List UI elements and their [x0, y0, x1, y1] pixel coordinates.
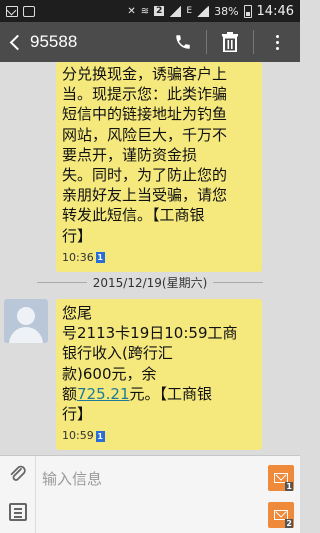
sim-badge: 1	[95, 252, 105, 264]
message-line: 短信中的链接地址为钓鱼	[62, 105, 228, 124]
message-time: 10:36	[62, 250, 94, 264]
message-line: 分兑换现金，诱骗客户上	[62, 65, 228, 83]
call-button[interactable]	[160, 22, 206, 62]
message-list[interactable]: 分兑换现金，诱骗客户上 当。现提示您：此类诈骗 短信中的链接地址为钓鱼 网站，风…	[0, 62, 300, 455]
message-line: 行】	[62, 226, 93, 245]
trash-icon	[222, 32, 238, 52]
date-separator: 2015/12/19(星期六)	[0, 272, 300, 292]
compose-bar: 输入信息 1 2	[0, 455, 300, 533]
message-bubble[interactable]: 您尾 号2113卡19日10:59工商 银行收入(跨行汇 款)600元，余 额7…	[56, 299, 262, 451]
mute-icon: ✕	[127, 5, 136, 17]
date-rule-left	[36, 281, 87, 283]
message-line: 要点开，谨防资金损	[62, 145, 198, 164]
message-line: 款)600元，余	[62, 364, 157, 383]
contact-name: 95588	[30, 32, 78, 51]
date-label: 2015/12/19(星期六)	[92, 275, 208, 290]
message-line: 失。同时，为了防止您的	[62, 166, 228, 185]
amount-suffix: 元。【工商银	[129, 384, 213, 403]
message-meta: 10:36 1	[62, 248, 256, 268]
message-line: 行】	[62, 405, 93, 424]
phone-icon	[176, 35, 190, 49]
network-type: E	[186, 6, 193, 16]
send-sim1-button[interactable]: 1	[268, 465, 294, 491]
message-meta: 10:59 1	[62, 426, 256, 446]
template-icon[interactable]	[9, 503, 27, 521]
conversation-header: 95588	[0, 22, 300, 62]
status-bar: ✕ ≋ 2 E 38% 14:46	[0, 0, 300, 22]
paperclip-icon[interactable]	[8, 464, 28, 484]
avatar-head-shape	[17, 307, 35, 325]
wifi-icon: ≋	[140, 5, 150, 17]
avatar-body-shape	[9, 327, 43, 343]
mail-icon	[6, 5, 18, 17]
amount-link[interactable]: 725.21	[77, 385, 130, 403]
amount-prefix: 额	[62, 384, 78, 403]
message-time: 10:59	[62, 429, 94, 443]
gallery-icon	[23, 5, 35, 17]
send-sim-number: 2	[285, 519, 293, 528]
battery-percent: 38%	[214, 4, 239, 18]
send-sim2-button[interactable]: 2	[268, 502, 294, 528]
message-line: 网站，风险巨大，千万不	[62, 125, 228, 144]
message-line: 当。现提示您：此类诈骗	[62, 85, 228, 104]
message-input[interactable]: 输入信息	[42, 468, 102, 489]
message-line: 额725.21元。【工商银	[62, 384, 256, 404]
sim-indicator: 2	[154, 6, 165, 16]
delete-button[interactable]	[207, 22, 253, 62]
message-line: 号2113卡19日10:59工商	[62, 324, 238, 343]
battery-icon	[243, 4, 252, 18]
overflow-menu-icon	[275, 34, 279, 50]
compose-tools	[0, 456, 36, 533]
sim-badge: 1	[95, 430, 105, 442]
message-line: 亲朋好友上当受骗，请您	[62, 186, 228, 205]
message-line: 转发此短信。【工商银	[62, 206, 205, 225]
message-line: 银行收入(跨行汇	[62, 344, 173, 363]
avatar[interactable]	[4, 299, 48, 343]
overflow-menu-button[interactable]	[254, 22, 300, 62]
send-sim-number: 1	[285, 482, 293, 491]
signal-icon-2	[197, 5, 210, 17]
clock: 14:46	[256, 3, 294, 19]
message-line: 您尾	[62, 304, 93, 322]
signal-icon	[169, 5, 182, 17]
back-icon[interactable]	[4, 22, 28, 62]
message-bubble[interactable]: 分兑换现金，诱骗客户上 当。现提示您：此类诈骗 短信中的链接地址为钓鱼 网站，风…	[56, 62, 262, 273]
date-rule-right	[213, 281, 264, 283]
